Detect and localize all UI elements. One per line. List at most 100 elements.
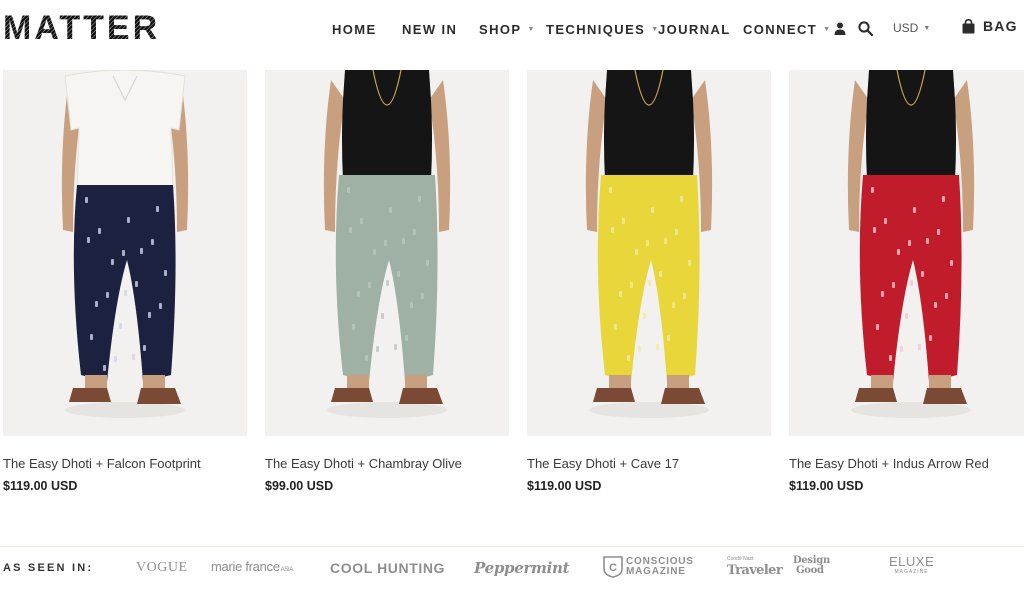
pants-pattern-mark — [635, 249, 638, 255]
pants-pattern-mark — [675, 229, 678, 235]
pants-pattern-mark — [394, 344, 397, 350]
pants-pattern-mark — [151, 239, 154, 245]
chevron-down-icon: ▼ — [923, 24, 931, 32]
pants-pattern-mark — [376, 346, 379, 352]
pants-pattern-mark — [156, 206, 159, 212]
product-card[interactable]: The Easy Dhoti + Chambray Olive $99.00 U… — [265, 70, 509, 493]
pants-pattern-mark — [651, 207, 654, 213]
product-card[interactable]: The Easy Dhoti + Cave 17 $119.00 USD — [527, 70, 771, 493]
pants-pattern-mark — [638, 346, 641, 352]
nav-journal[interactable]: JOURNAL — [658, 22, 731, 37]
pants-pattern-mark — [945, 293, 948, 299]
pants-pattern-mark — [910, 280, 913, 286]
shield-icon: C — [603, 556, 623, 578]
press-logo-text: ELUXE — [889, 554, 935, 569]
pants-pattern-mark — [418, 196, 421, 202]
press-label: AS SEEN IN: — [3, 562, 94, 574]
currency-selector[interactable]: USD ▼ — [893, 21, 930, 35]
product-name[interactable]: The Easy Dhoti + Chambray Olive — [265, 456, 462, 471]
nav-shop[interactable]: SHOP ▼ — [479, 22, 534, 37]
model-pants — [597, 175, 700, 382]
pants-pattern-mark — [672, 302, 675, 308]
product-image[interactable] — [265, 70, 509, 436]
pants-pattern-mark — [135, 281, 138, 287]
pants-pattern-mark — [881, 291, 884, 297]
press-logo-text: COOL HUNTING — [330, 560, 446, 576]
pants-pattern-mark — [643, 313, 646, 319]
product-card[interactable]: The Easy Dhoti + Indus Arrow Red $119.00… — [789, 70, 1024, 493]
pants-pattern-mark — [913, 207, 916, 213]
product-photo-figure — [585, 70, 713, 418]
bag-button[interactable]: BAG — [962, 18, 1018, 34]
nav-techniques-label: TECHNIQUES — [546, 21, 646, 37]
pants-pattern-mark — [627, 355, 630, 361]
chevron-down-icon: ▼ — [823, 25, 831, 33]
sandal-left — [593, 388, 635, 402]
pants-pattern-mark — [114, 356, 117, 362]
product-price: $99.00 USD — [265, 479, 334, 493]
pants-pattern-mark — [124, 290, 127, 296]
pants-pattern-mark — [381, 313, 384, 319]
pants-pattern-mark — [347, 187, 350, 193]
brand-logo[interactable]: MATTER — [3, 8, 168, 44]
product-name[interactable]: The Easy Dhoti + Indus Arrow Red — [789, 456, 989, 471]
pants-pattern-mark — [132, 354, 135, 360]
press-logo-text: marie france — [211, 559, 280, 574]
pants-pattern-mark — [373, 249, 376, 255]
model-ankle-right — [929, 375, 951, 389]
pants-pattern-mark — [876, 324, 879, 330]
nav-connect[interactable]: CONNECT ▼ — [743, 22, 830, 37]
model-ankle-left — [85, 375, 107, 389]
pants-pattern-mark — [111, 259, 114, 265]
product-image[interactable] — [3, 70, 247, 436]
press-logo-design-good: Design Good — [793, 556, 830, 576]
pants-pattern-mark — [140, 248, 143, 254]
pants-pattern-mark — [365, 355, 368, 361]
pants-pattern-mark — [402, 238, 405, 244]
nav-new-in[interactable]: NEW IN — [402, 22, 457, 37]
pants-pattern-mark — [926, 238, 929, 244]
model-ankle-left — [871, 375, 893, 389]
pants-pattern-mark — [90, 334, 93, 340]
floor-shadow — [327, 402, 447, 418]
pants-pattern-mark — [680, 196, 683, 202]
pants-pattern-mark — [921, 271, 924, 277]
pants-pattern-mark — [648, 280, 651, 286]
product-photo-figure — [847, 70, 975, 418]
pants-pattern-mark — [85, 197, 88, 203]
product-price: $119.00 USD — [527, 479, 602, 493]
press-logo-subtext: Good — [796, 565, 824, 576]
model-top — [866, 70, 956, 180]
product-photo-figure — [323, 70, 451, 418]
chevron-down-icon: ▼ — [527, 25, 535, 33]
press-logo-subtext: MAGAZINE — [626, 566, 686, 577]
user-icon[interactable] — [834, 22, 846, 35]
sandal-left — [69, 388, 111, 402]
pants-pattern-mark — [614, 324, 617, 330]
pants-pattern-mark — [103, 365, 106, 371]
bag-label: BAG — [983, 18, 1018, 34]
search-icon[interactable] — [858, 20, 873, 36]
product-card[interactable]: The Easy Dhoti + Falcon Footprint $119.0… — [3, 70, 247, 493]
product-image[interactable] — [789, 70, 1024, 436]
model-pants — [859, 175, 962, 382]
pants-pattern-mark — [410, 302, 413, 308]
currency-label: USD — [893, 21, 919, 35]
pants-pattern-mark — [106, 292, 109, 298]
pants-pattern-mark — [937, 229, 940, 235]
pants-pattern-mark — [908, 240, 911, 246]
pants-pattern-mark — [667, 335, 670, 341]
nav-techniques[interactable]: TECHNIQUES ▼ — [546, 22, 658, 37]
press-strip: AS SEEN IN: VOGUE marie franceASIA COOL … — [0, 546, 1024, 595]
model-top — [342, 70, 432, 180]
pants-pattern-mark — [622, 218, 625, 224]
product-name[interactable]: The Easy Dhoti + Cave 17 — [527, 456, 679, 471]
pants-pattern-mark — [950, 260, 953, 266]
sandal-left — [331, 388, 373, 402]
press-logo-suffix: ASIA — [280, 567, 294, 573]
product-image[interactable] — [527, 70, 771, 436]
pants-pattern-mark — [619, 291, 622, 297]
nav-home[interactable]: HOME — [332, 22, 377, 37]
product-name[interactable]: The Easy Dhoti + Falcon Footprint — [3, 456, 201, 471]
pants-pattern-mark — [659, 271, 662, 277]
